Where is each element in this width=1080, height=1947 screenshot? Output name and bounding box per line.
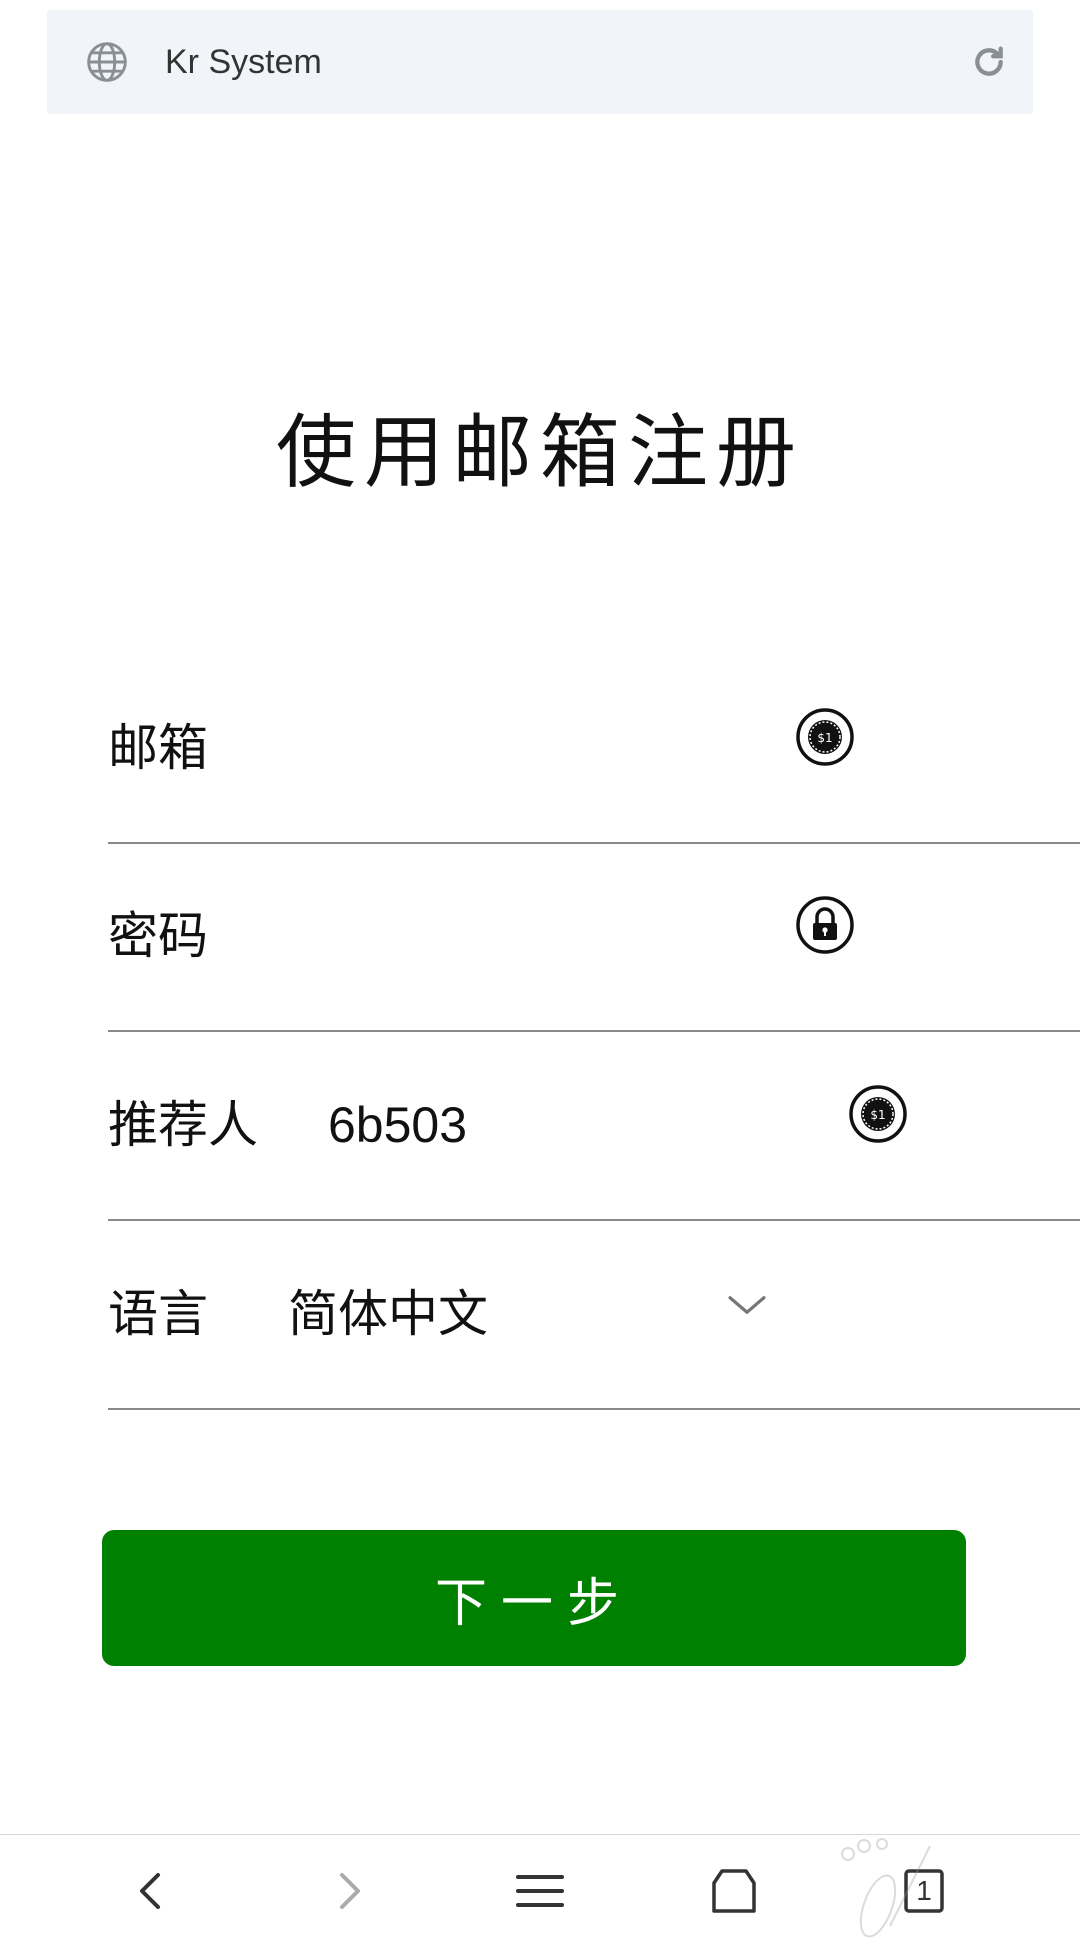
coin-icon: $1 (796, 708, 854, 766)
email-field[interactable] (328, 654, 868, 842)
lock-icon (796, 896, 854, 954)
email-row: 邮箱 $1 (108, 654, 1080, 844)
forward-icon[interactable] (314, 1857, 382, 1925)
language-label: 语言 (108, 1285, 208, 1343)
footprint-watermark-icon (841, 1838, 931, 1938)
svg-text:$1: $1 (817, 731, 832, 745)
email-label: 邮箱 (108, 719, 208, 777)
password-field[interactable] (328, 842, 868, 1030)
next-step-button[interactable]: 下一步 (102, 1530, 966, 1666)
globe-icon (87, 42, 127, 82)
password-row: 密码 (108, 842, 1080, 1032)
language-select[interactable]: 简体中文 (288, 1220, 488, 1408)
reload-icon[interactable] (969, 42, 1009, 82)
referrer-row: 推荐人 $1 (108, 1031, 1080, 1221)
page-title: Kr System (165, 43, 322, 81)
register-heading: 使用邮箱注册 (276, 406, 804, 499)
menu-icon[interactable] (506, 1857, 574, 1925)
back-icon[interactable] (118, 1857, 186, 1925)
address-bar[interactable]: Kr System (47, 10, 1033, 114)
password-label: 密码 (108, 907, 208, 965)
referrer-field[interactable] (328, 1031, 888, 1219)
home-icon[interactable] (700, 1857, 768, 1925)
coin-icon: $1 (849, 1085, 907, 1143)
referrer-label: 推荐人 (108, 1096, 258, 1154)
language-row[interactable]: 语言 简体中文 (108, 1220, 1080, 1410)
chevron-down-icon[interactable] (722, 1280, 772, 1330)
svg-text:$1: $1 (870, 1108, 885, 1122)
